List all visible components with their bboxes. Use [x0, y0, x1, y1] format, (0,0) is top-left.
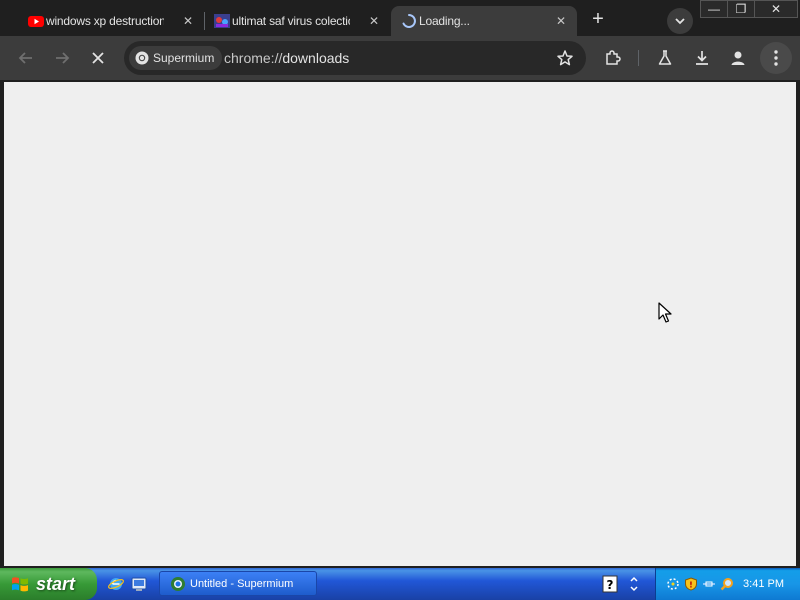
bookmark-star-icon[interactable]	[556, 49, 574, 67]
url-text[interactable]: chrome://downloads	[224, 41, 349, 75]
supermium-icon	[171, 577, 185, 591]
arrow-right-icon	[56, 52, 70, 64]
restore-button[interactable]: ❐	[727, 0, 755, 18]
tab-windows-xp-destruction[interactable]: windows xp destruction ✕	[18, 6, 204, 36]
tab-close-button[interactable]: ✕	[366, 13, 382, 29]
forward-button[interactable]	[50, 46, 74, 70]
show-desktop-icon[interactable]	[131, 576, 147, 592]
close-window-button[interactable]: ✕	[754, 0, 798, 18]
site-favicon-icon	[214, 14, 230, 28]
url-scheme: chrome://	[224, 50, 283, 66]
chromium-logo-icon	[135, 51, 149, 65]
system-tray: ! 3:41 PM	[655, 568, 800, 600]
tab-title: Loading...	[419, 14, 470, 28]
flask-icon	[658, 50, 672, 65]
security-shield-icon[interactable]: !	[684, 577, 698, 591]
browser-toolbar: Supermium chrome://downloads	[0, 36, 800, 80]
taskbar: start Untitled - Supermium ? ! 3:41 PM	[0, 568, 800, 600]
tab-ultimat-saf-virus-colection[interactable]: ultimat saf virus colection ✕	[204, 6, 390, 36]
window-controls: — ❐ ✕	[700, 0, 798, 18]
url-path: downloads	[282, 50, 350, 66]
tab-search-button[interactable]	[667, 8, 693, 34]
taskbar-item-label: Untitled - Supermium	[190, 577, 294, 590]
help-icon[interactable]: ?	[602, 575, 618, 593]
tab-title: ultimat saf virus colection	[232, 14, 350, 28]
youtube-icon	[28, 16, 44, 27]
svg-text:!: !	[689, 581, 693, 590]
tray-expand-arrows-icon[interactable]	[626, 575, 642, 593]
close-icon	[92, 52, 104, 64]
new-tab-button[interactable]: +	[587, 9, 609, 31]
person-icon	[731, 51, 745, 65]
more-vertical-icon	[774, 50, 778, 66]
svg-text:?: ?	[607, 578, 614, 592]
back-button[interactable]	[14, 46, 38, 70]
profile-button[interactable]	[728, 48, 748, 68]
extensions-button[interactable]	[603, 48, 623, 68]
windows-logo-icon	[12, 577, 28, 592]
download-icon	[696, 51, 708, 65]
tab-strip: windows xp destruction ✕ ultimat saf vir…	[0, 0, 800, 36]
site-chip-label: Supermium	[153, 51, 215, 65]
taskbar-item-supermium[interactable]: Untitled - Supermium	[159, 571, 317, 596]
labs-button[interactable]	[655, 48, 675, 68]
start-button[interactable]: start	[0, 568, 97, 600]
network-icon[interactable]	[666, 577, 680, 591]
downloads-button[interactable]	[692, 48, 712, 68]
browser-window: windows xp destruction ✕ ultimat saf vir…	[0, 0, 800, 568]
search-magnifier-icon[interactable]	[720, 577, 734, 591]
loading-spinner-icon	[402, 14, 416, 28]
page-content[interactable]	[4, 82, 796, 566]
minimize-button[interactable]: —	[700, 0, 728, 18]
toolbar-separator	[638, 50, 639, 66]
internet-explorer-icon[interactable]	[108, 576, 124, 592]
connection-icon[interactable]	[702, 577, 716, 591]
site-info-chip[interactable]: Supermium	[129, 46, 223, 70]
tab-loading[interactable]: Loading... ✕	[391, 6, 577, 36]
taskbar-clock[interactable]: 3:41 PM	[743, 568, 784, 600]
arrow-left-icon	[18, 52, 32, 64]
tab-title: windows xp destruction	[46, 14, 164, 28]
tab-close-button[interactable]: ✕	[553, 13, 569, 29]
tab-close-button[interactable]: ✕	[180, 13, 196, 29]
puzzle-icon	[606, 50, 621, 65]
chevron-down-icon	[675, 18, 685, 25]
stop-loading-button[interactable]	[86, 46, 110, 70]
browser-menu-button[interactable]	[760, 42, 792, 74]
start-label: start	[36, 573, 76, 594]
mouse-cursor-icon	[658, 302, 672, 323]
address-bar[interactable]: Supermium chrome://downloads	[124, 41, 586, 75]
